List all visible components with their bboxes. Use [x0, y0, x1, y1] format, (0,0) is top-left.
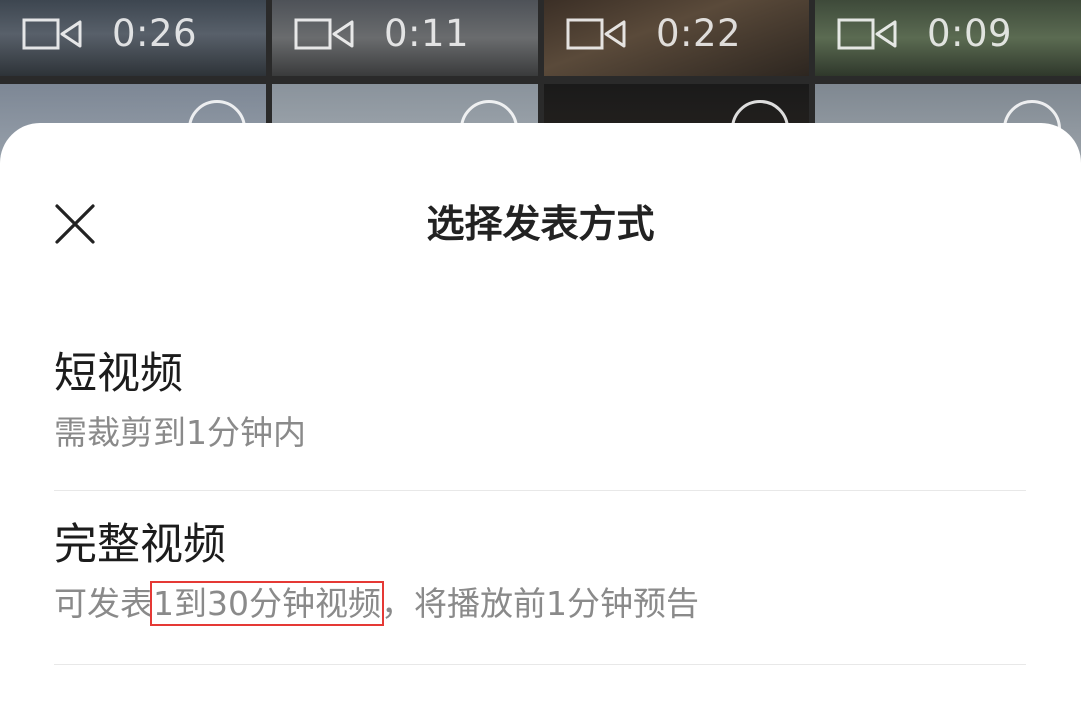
divider	[54, 490, 1026, 491]
video-camera-icon	[837, 18, 897, 50]
video-meta: 0:11	[294, 14, 469, 54]
option-description: 需裁剪到1分钟内	[54, 413, 306, 452]
video-camera-icon	[294, 18, 354, 50]
option-short-video[interactable]: 短视频 需裁剪到1分钟内	[54, 347, 1026, 490]
video-meta: 0:26	[22, 14, 197, 54]
video-meta: 0:09	[837, 14, 1012, 54]
desc-highlight: 1到30分钟视频	[150, 581, 384, 626]
video-thumbnail[interactable]: 0:22	[544, 0, 809, 76]
video-meta: 0:22	[566, 14, 741, 54]
video-duration: 0:09	[927, 12, 1013, 55]
option-title: 完整视频	[54, 520, 226, 570]
video-camera-icon	[566, 18, 626, 50]
video-thumbnail[interactable]: 0:11	[272, 0, 538, 76]
video-thumbnail[interactable]: 0:26	[0, 0, 266, 76]
video-duration: 0:11	[384, 12, 470, 55]
option-full-video[interactable]: 完整视频 可发表1到30分钟视频，将播放前1分钟预告	[54, 518, 1026, 664]
desc-suffix: ，将播放前1分钟预告	[381, 584, 699, 623]
divider	[54, 664, 1026, 665]
option-description: 可发表1到30分钟视频，将播放前1分钟预告	[54, 581, 1026, 626]
option-title: 短视频	[54, 349, 183, 399]
video-thumbnail[interactable]: 0:09	[815, 0, 1081, 76]
sheet-title: 选择发表方式	[426, 202, 655, 246]
video-duration: 0:22	[656, 12, 742, 55]
video-camera-icon	[22, 18, 82, 50]
publish-method-sheet: 选择发表方式 短视频 需裁剪到1分钟内 完整视频 可发表1到30分钟视频，将播放…	[0, 123, 1081, 701]
video-duration: 0:26	[112, 12, 198, 55]
desc-prefix: 可发表	[54, 584, 153, 623]
